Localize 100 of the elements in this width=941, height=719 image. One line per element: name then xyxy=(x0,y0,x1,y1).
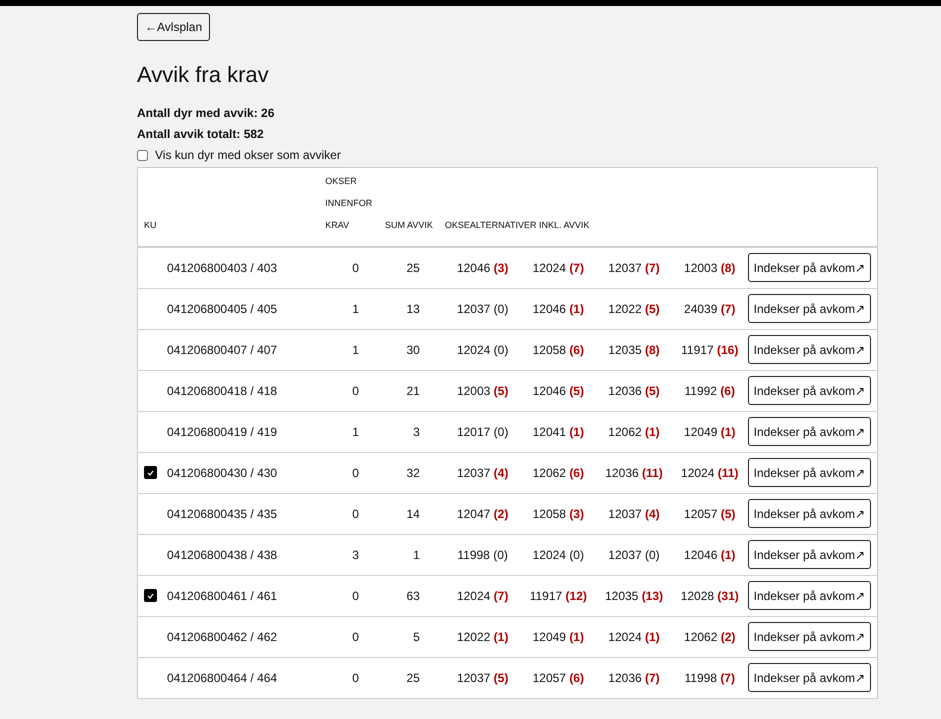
column-header: KU xyxy=(144,219,157,232)
column-header: OKSEALTERNATIVER INKL. AVVIK xyxy=(444,219,590,232)
bull-alternative: 12049 (1) xyxy=(684,424,736,438)
sum-deviations: 5 xyxy=(413,630,421,644)
offspring-index-button[interactable]: Indekser på avkom↗ xyxy=(748,458,871,487)
sum-deviations: 14 xyxy=(406,506,421,520)
offspring-index-button[interactable]: Indekser på avkom↗ xyxy=(748,294,871,323)
check-icon xyxy=(147,592,154,598)
offspring-index-button[interactable]: Indekser på avkom↗ xyxy=(748,335,871,364)
bull-alternative: 12037 (5) xyxy=(456,670,508,684)
sum-deviations: 63 xyxy=(406,588,421,602)
bull-alternative: 12022 (1) xyxy=(456,630,508,644)
bull-alternative: 12024 (11) xyxy=(681,466,738,480)
bull-alternative: 12024 (1) xyxy=(608,630,660,644)
bull-alternative: 11998 (0) xyxy=(457,548,508,562)
bull-alternative: 12046 (3) xyxy=(456,260,508,275)
page-title: Avvik fra krav xyxy=(137,62,270,88)
within-count: 0 xyxy=(351,588,359,602)
bull-alternative: 24039 (7) xyxy=(684,302,736,316)
ku-id: 041206800403 / 403 xyxy=(167,260,278,275)
bull-alternative: 11992 (6) xyxy=(684,384,735,398)
sum-deviations: 1 xyxy=(413,548,421,562)
bull-alternative: 11998 (7) xyxy=(684,670,735,684)
bull-alternative: 12035 (13) xyxy=(604,588,664,602)
summary-text: Antall avvik totalt: 582 xyxy=(137,127,265,142)
bull-alternative: 12046 (1) xyxy=(532,302,584,316)
offspring-index-button[interactable]: Indekser på avkom↗ xyxy=(748,376,871,405)
ku-id: 041206800405 / 405 xyxy=(167,302,278,316)
within-count: 0 xyxy=(351,630,359,644)
bull-alternative: 12036 (11) xyxy=(605,466,663,480)
sum-deviations: 21 xyxy=(406,384,421,398)
bull-alternative: 12057 (6) xyxy=(532,670,584,684)
sum-deviations: 3 xyxy=(413,424,421,438)
within-count: 1 xyxy=(351,342,359,356)
bull-alternative: 12037 (7) xyxy=(608,260,660,275)
offspring-index-button[interactable]: Indekser på avkom↗ xyxy=(748,253,871,282)
bull-alternative: 12058 (6) xyxy=(532,342,584,356)
offspring-index-button[interactable]: Indekser på avkom↗ xyxy=(748,581,871,610)
bull-alternative: 12024 (7) xyxy=(532,260,584,275)
summary-text: Antall dyr med avvik: 26 xyxy=(137,106,276,121)
back-button[interactable]: ←Avlsplan xyxy=(137,13,210,41)
ku-id: 041206800462 / 462 xyxy=(167,630,278,644)
bull-alternative: 12024 (0) xyxy=(532,548,584,562)
bull-alternative: 12046 (1) xyxy=(684,548,736,562)
sum-deviations: 30 xyxy=(406,342,421,356)
within-count: 0 xyxy=(351,506,359,520)
ku-id: 041206800407 / 407 xyxy=(167,342,278,356)
filter-checkbox[interactable] xyxy=(137,150,148,160)
bull-alternative: 12022 (5) xyxy=(608,302,660,316)
bull-alternative: 12037 (4) xyxy=(456,466,508,480)
bull-alternative: 12037 (4) xyxy=(608,506,660,520)
bull-alternative: 12047 (2) xyxy=(456,506,508,520)
bull-alternative: 12035 (8) xyxy=(608,342,660,356)
bull-alternative: 12024 (7) xyxy=(456,588,508,602)
ku-id: 041206800418 / 418 xyxy=(167,384,278,398)
sum-deviations: 25 xyxy=(406,260,421,275)
ku-id: 041206800438 / 438 xyxy=(167,548,278,562)
ku-id: 041206800430 / 430 xyxy=(167,466,278,480)
bull-alternative: 12017 (0) xyxy=(456,424,508,438)
within-count: 1 xyxy=(351,424,359,438)
bull-alternative: 11917 (16) xyxy=(681,342,738,356)
offspring-index-button[interactable]: Indekser på avkom↗ xyxy=(748,499,871,528)
row-checkbox[interactable] xyxy=(144,589,157,602)
ku-id: 041206800464 / 464 xyxy=(167,670,278,684)
ku-id: 041206800435 / 435 xyxy=(167,506,278,520)
ku-id: 041206800461 / 461 xyxy=(167,588,278,602)
within-count: 0 xyxy=(351,384,359,398)
bull-alternative: 12037 (0) xyxy=(456,302,508,316)
bull-alternative: 11917 (12) xyxy=(530,588,587,602)
sum-deviations: 13 xyxy=(406,302,421,316)
within-count: 0 xyxy=(351,466,359,480)
bull-alternative: 12028 (31) xyxy=(680,588,739,602)
bull-alternative: 12062 (1) xyxy=(608,424,660,438)
sum-deviations: 32 xyxy=(406,466,421,480)
bull-alternative: 12037 (0) xyxy=(608,548,660,562)
offspring-index-button[interactable]: Indekser på avkom↗ xyxy=(748,540,871,569)
filter-label: Vis kun dyr med okser som avviker xyxy=(155,148,341,162)
bull-alternative: 12062 (2) xyxy=(684,630,736,644)
ku-id: 041206800419 / 419 xyxy=(167,424,278,438)
sum-deviations: 25 xyxy=(406,670,421,684)
bull-alternative: 12036 (5) xyxy=(608,384,660,398)
bull-alternative: 12024 (0) xyxy=(456,342,508,356)
column-header: SUM AVVIK xyxy=(385,219,433,232)
bull-alternative: 12003 (5) xyxy=(456,384,508,398)
within-count: 1 xyxy=(351,302,359,316)
check-icon xyxy=(147,470,154,476)
within-count: 0 xyxy=(351,670,359,684)
bull-alternative: 12041 (1) xyxy=(532,424,584,438)
bull-alternative: 12036 (7) xyxy=(608,670,660,684)
bull-alternative: 12046 (5) xyxy=(532,384,584,398)
offspring-index-button[interactable]: Indekser på avkom↗ xyxy=(748,417,871,446)
offspring-index-button[interactable]: Indekser på avkom↗ xyxy=(748,663,871,692)
row-checkbox[interactable] xyxy=(144,466,157,479)
within-count: 3 xyxy=(351,548,359,562)
bull-alternative: 12049 (1) xyxy=(532,630,584,644)
bull-alternative: 12003 (8) xyxy=(684,260,736,275)
bull-alternative: 12062 (6) xyxy=(532,466,584,480)
offspring-index-button[interactable]: Indekser på avkom↗ xyxy=(748,622,871,651)
bull-alternative: 12057 (5) xyxy=(684,506,736,520)
column-header: OKSER INNENFOR KRAV xyxy=(325,175,372,232)
